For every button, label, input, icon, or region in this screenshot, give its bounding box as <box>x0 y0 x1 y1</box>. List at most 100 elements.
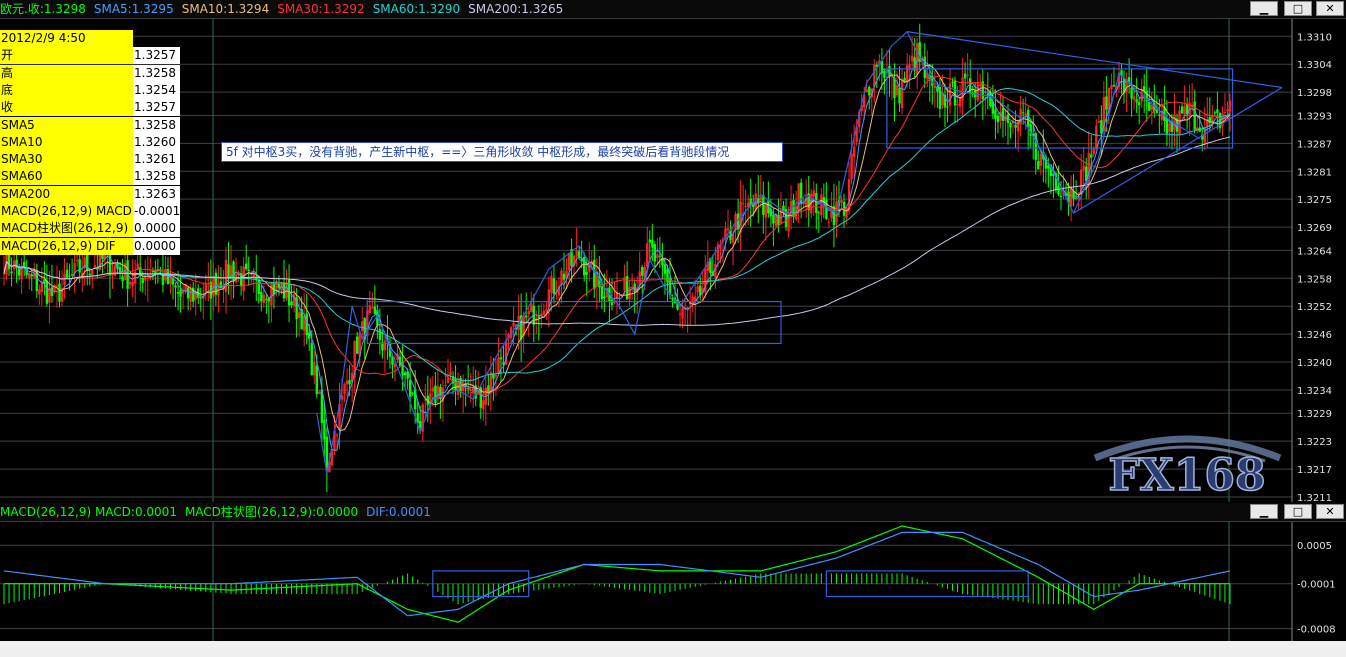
candle-body <box>1150 105 1153 110</box>
price-y-tick-label: 1.3252 <box>1297 302 1332 313</box>
candle-body <box>953 80 957 106</box>
candle-body <box>277 283 281 288</box>
price-legend-item-0: 欧元.收:1.3298 <box>0 2 86 16</box>
candle-body <box>691 297 694 304</box>
candle-body <box>1092 147 1095 155</box>
candle-body <box>948 83 952 106</box>
candle-body <box>292 294 296 307</box>
close-button[interactable]: ✕ <box>1316 1 1344 16</box>
candle-body <box>1216 109 1219 113</box>
candle-body <box>368 305 371 314</box>
macd-y-tick-label: -0.0008 <box>1297 625 1336 636</box>
macd-title-bar: MACD(26,12,9) MACD:0.0001 MACD柱状图(26,12,9… <box>0 503 1346 522</box>
candle-body <box>70 274 74 276</box>
price-y-tick-label: 1.3223 <box>1297 437 1332 448</box>
candle-body <box>552 278 556 294</box>
candle-body <box>1021 112 1025 114</box>
candle-body <box>176 292 180 294</box>
data-window-key: SMA10 <box>0 133 133 151</box>
maximize-button[interactable]: □ <box>1284 1 1312 16</box>
candle-body <box>868 86 871 96</box>
price-legend-item-1: SMA5:1.3295 <box>93 2 174 16</box>
candle-body <box>131 281 134 287</box>
candle-body <box>50 287 54 296</box>
candle-body <box>585 271 588 275</box>
candle-body <box>1228 100 1232 112</box>
candle-body <box>641 267 644 276</box>
candle-body <box>244 263 248 270</box>
candle-body <box>966 74 969 76</box>
candle-body <box>850 153 853 180</box>
candle-body <box>361 321 364 331</box>
candle-body <box>345 380 349 385</box>
candle-body <box>524 315 528 318</box>
candle-body <box>45 280 49 304</box>
price-y-tick-label: 1.3258 <box>1297 274 1332 285</box>
candle-body <box>936 86 939 92</box>
candle-body <box>1097 121 1101 123</box>
macd-minimize-button[interactable]: ▁ <box>1250 504 1278 519</box>
candle-body <box>75 260 79 262</box>
price-legend-item-2: SMA10:1.3294 <box>181 2 270 16</box>
fx168-watermark: FX168 <box>1093 435 1282 500</box>
candle-body <box>792 199 795 217</box>
candle-body <box>371 307 374 309</box>
candle-body <box>260 291 263 302</box>
candle-body <box>174 285 177 288</box>
macd-close-button[interactable]: ✕ <box>1316 504 1344 519</box>
candle-body <box>1223 111 1227 113</box>
candle-body <box>562 273 566 280</box>
candle-body <box>956 103 959 105</box>
candle-body <box>567 252 571 271</box>
candle-body <box>817 212 821 214</box>
candle-body <box>348 379 351 385</box>
data-window-value: 1.3261 <box>133 151 180 169</box>
candle-body <box>121 276 124 282</box>
candle-body <box>68 275 71 277</box>
candle-body <box>373 306 377 314</box>
data-window-key: 2012/2/9 4:50 <box>0 30 133 47</box>
candle-body <box>550 276 553 293</box>
data-window-value: 1.3257 <box>133 99 180 117</box>
data-window-key: SMA60 <box>0 168 133 186</box>
candle-body <box>181 291 185 294</box>
candle-body <box>840 199 843 203</box>
candle-body <box>335 434 339 436</box>
candle-body <box>315 365 319 395</box>
candle-body <box>179 290 182 297</box>
candle-body <box>55 285 59 287</box>
candle-body <box>527 311 530 315</box>
candle-body <box>282 282 286 299</box>
candle-body <box>28 273 31 279</box>
candle-body <box>1024 113 1027 116</box>
candle-body <box>1095 125 1098 150</box>
minimize-button[interactable]: ▁ <box>1250 1 1278 16</box>
candle-body <box>65 269 69 278</box>
candle-body <box>224 259 228 293</box>
macd-chart[interactable]: 0.0005 -0.0001 -0.0008 <box>0 522 1346 641</box>
macd-y-tick-label: 0.0005 <box>1297 541 1332 552</box>
candle-body <box>915 43 919 75</box>
candle-body <box>1047 165 1050 169</box>
price-y-tick-label: 1.3211 <box>1297 493 1332 502</box>
candle-body <box>1132 96 1136 100</box>
candle-body <box>91 269 94 276</box>
macd-legend-item-2: DIF:0.0001 <box>366 505 431 519</box>
candle-body <box>976 83 979 101</box>
candle-body <box>545 309 548 311</box>
candle-body <box>1037 161 1040 170</box>
candle-body <box>910 55 914 62</box>
candle-body <box>603 296 606 299</box>
candle-body <box>628 286 631 299</box>
candle-body <box>431 387 435 392</box>
candle-body <box>1137 102 1141 106</box>
macd-maximize-button[interactable]: □ <box>1284 504 1312 519</box>
data-window: 2012/2/9 4:50 开 1.3257 高 1.3258 底 1.3254 收 1.325… <box>0 30 180 256</box>
candle-body <box>1014 124 1017 128</box>
price-y-tick-label: 1.3287 <box>1297 139 1332 150</box>
price-y-tick-label: 1.3234 <box>1297 386 1332 397</box>
candle-body <box>141 277 144 283</box>
candle-body <box>900 79 904 109</box>
svg-text:FX168: FX168 <box>1108 450 1265 500</box>
candle-body <box>1074 197 1078 199</box>
